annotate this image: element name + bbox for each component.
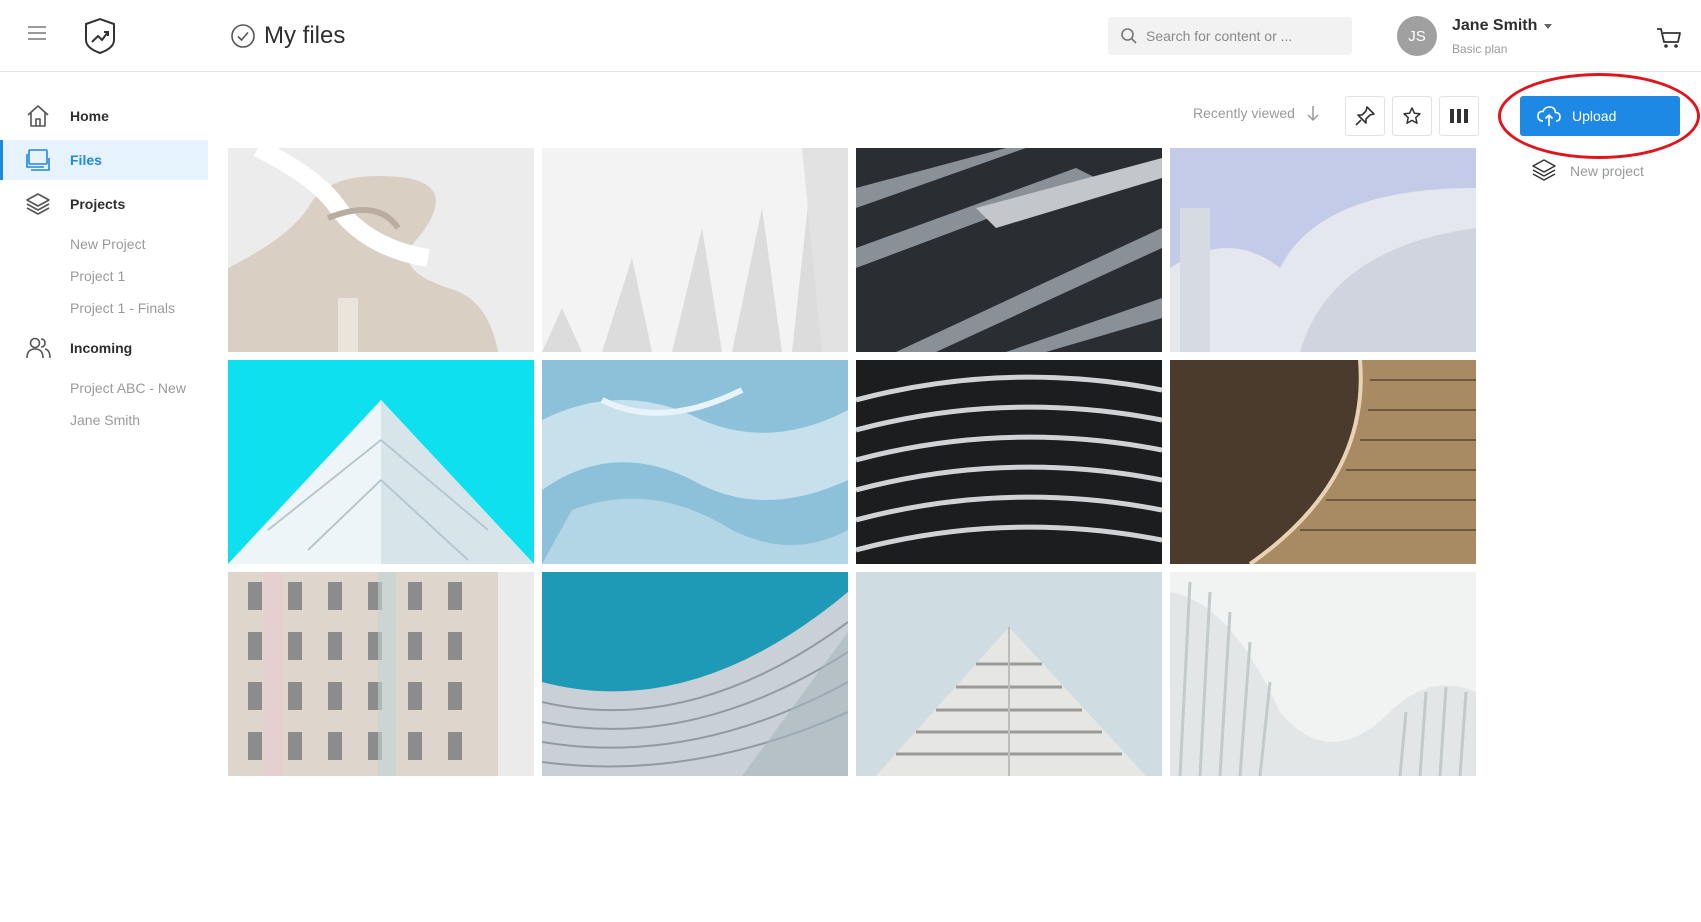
- sidebar-subitem-new-project[interactable]: New Project: [70, 236, 145, 252]
- image-thumbnail-brown-slatted-curve[interactable]: [1170, 360, 1476, 564]
- sort-dropdown[interactable]: Recently viewed: [1193, 104, 1321, 122]
- image-thumbnail-silver-curved-building-blue-sky[interactable]: [1170, 148, 1476, 352]
- sidebar-subitem-jane-smith[interactable]: Jane Smith: [70, 412, 140, 428]
- image-thumbnail-stepped-white-tower-pale-sky[interactable]: [856, 572, 1162, 776]
- new-project-label: New project: [1570, 163, 1644, 179]
- layers-icon: [1532, 159, 1556, 181]
- new-project-button[interactable]: New project: [1530, 158, 1644, 184]
- upload-button[interactable]: Upload: [1520, 96, 1680, 136]
- sidebar-item-files[interactable]: Files: [0, 140, 208, 180]
- page-title: My files: [264, 22, 346, 49]
- image-thumbnail-white-pyramid-cyan-sky[interactable]: [228, 360, 534, 564]
- sidebar-item-label: Incoming: [70, 340, 133, 356]
- pin-button[interactable]: [1345, 96, 1385, 136]
- files-icon: [26, 149, 50, 171]
- image-thumbnail-white-ribbed-structure[interactable]: [1170, 572, 1476, 776]
- sidebar-subitem-project-1-finals[interactable]: Project 1 - Finals: [70, 300, 175, 316]
- image-thumbnail-woven-facade-teal-sky[interactable]: [542, 572, 848, 776]
- image-thumbnail-blue-water-sky-reflection[interactable]: [542, 360, 848, 564]
- image-thumbnail-dark-angled-facade[interactable]: [856, 148, 1162, 352]
- star-icon: [1403, 107, 1421, 124]
- user-plan: Basic plan: [1452, 42, 1508, 56]
- columns-view-button[interactable]: [1439, 96, 1479, 136]
- check-circle-icon: [231, 24, 255, 48]
- sidebar-item-incoming[interactable]: Incoming: [0, 328, 208, 368]
- sidebar-item-label: Home: [70, 108, 109, 124]
- menu-icon[interactable]: [28, 26, 52, 46]
- sidebar-item-projects[interactable]: Projects: [0, 184, 208, 224]
- avatar[interactable]: JS: [1397, 16, 1437, 56]
- image-thumbnail-white-curved-balconies[interactable]: [228, 148, 534, 352]
- cart-icon[interactable]: [1656, 26, 1682, 50]
- chevron-down-icon[interactable]: [1544, 24, 1552, 29]
- user-name[interactable]: Jane Smith: [1452, 17, 1537, 35]
- logo-icon[interactable]: [80, 16, 120, 56]
- sidebar-item-label: Projects: [70, 196, 126, 212]
- sidebar-item-label: Files: [70, 152, 102, 168]
- sort-label: Recently viewed: [1193, 105, 1295, 121]
- image-thumbnail-pastel-window-facade[interactable]: [228, 572, 534, 776]
- pin-icon: [1355, 106, 1375, 126]
- top-header: My files JS Jane Smith Basic plan: [0, 0, 1701, 72]
- sidebar-item-home[interactable]: Home: [0, 96, 208, 136]
- home-icon: [27, 105, 49, 127]
- upload-label: Upload: [1572, 108, 1617, 124]
- columns-view-icon: [1450, 109, 1468, 123]
- users-icon: [26, 337, 51, 359]
- search-input[interactable]: [1146, 28, 1336, 44]
- search-icon: [1121, 28, 1137, 44]
- search-box[interactable]: [1108, 17, 1352, 55]
- sidebar-subitem-project-1[interactable]: Project 1: [70, 268, 125, 284]
- image-thumbnail-black-striped-curved-facade[interactable]: [856, 360, 1162, 564]
- arrow-down-icon: [1307, 106, 1319, 122]
- title-area: My files: [230, 20, 345, 52]
- cloud-upload-icon: [1537, 106, 1561, 126]
- layers-icon: [26, 193, 50, 215]
- sidebar-subitem-project-abc-new[interactable]: Project ABC - New: [70, 380, 186, 396]
- image-thumbnail-white-fin-facade[interactable]: [542, 148, 848, 352]
- image-grid: [228, 148, 1477, 777]
- favorites-button[interactable]: [1392, 96, 1432, 136]
